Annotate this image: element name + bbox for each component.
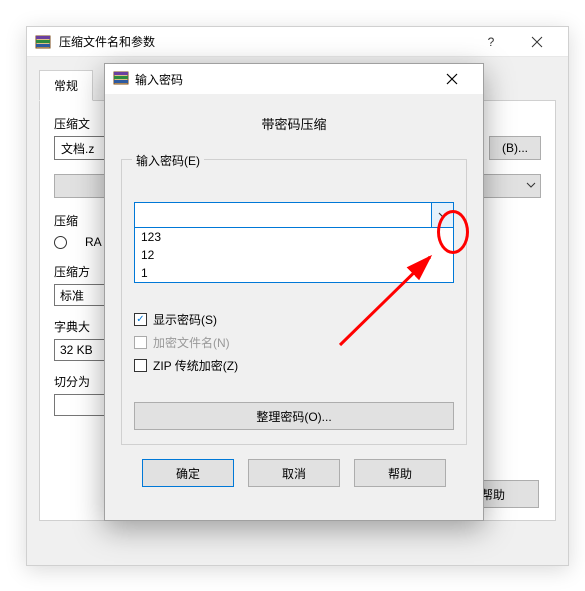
modal-help-button[interactable]: 帮助 xyxy=(354,459,446,487)
modal-titlebar: 输入密码 xyxy=(105,64,483,94)
modal-cancel-button[interactable]: 取消 xyxy=(248,459,340,487)
zip-legacy-label: ZIP 传统加密(Z) xyxy=(153,357,238,374)
chevron-down-icon xyxy=(438,210,448,220)
modal-body: 带密码压缩 输入密码(E) 123 12 1 ✓ 显示密码(S) xyxy=(105,94,483,501)
password-option[interactable]: 12 xyxy=(135,246,453,264)
rar-app-icon xyxy=(113,70,129,89)
modal-button-row: 确定 取消 帮助 xyxy=(121,459,467,487)
chevron-down-icon xyxy=(526,179,536,193)
close-icon xyxy=(531,36,543,48)
show-password-checkbox[interactable]: ✓ xyxy=(134,313,147,326)
encrypt-names-label: 加密文件名(N) xyxy=(153,334,230,351)
parent-window-title: 压缩文件名和参数 xyxy=(59,33,155,50)
organize-passwords-button[interactable]: 整理密码(O)... xyxy=(134,402,454,430)
rar-app-icon xyxy=(35,34,51,50)
modal-ok-button[interactable]: 确定 xyxy=(142,459,234,487)
password-field[interactable] xyxy=(135,203,431,227)
checkbox-group: ✓ 显示密码(S) 加密文件名(N) ZIP 传统加密(Z) xyxy=(134,311,454,374)
radio-rar[interactable] xyxy=(54,236,67,249)
archive-name-value: 文档.z xyxy=(61,140,94,157)
password-option[interactable]: 123 xyxy=(135,228,453,246)
close-button[interactable] xyxy=(514,27,560,57)
modal-header-text: 带密码压缩 xyxy=(121,114,467,133)
tab-general[interactable]: 常规 xyxy=(39,70,93,101)
zip-legacy-checkbox[interactable] xyxy=(134,359,147,372)
close-icon xyxy=(446,73,458,85)
password-group-legend: 输入密码(E) xyxy=(132,152,204,169)
help-button[interactable]: ? xyxy=(468,27,514,57)
browse-button[interactable]: (B)... xyxy=(489,136,541,160)
password-modal: 输入密码 带密码压缩 输入密码(E) 123 12 1 ✓ 显示密 xyxy=(104,63,484,521)
password-combo[interactable] xyxy=(134,202,454,228)
show-password-label: 显示密码(S) xyxy=(153,311,217,328)
parent-titlebar: 压缩文件名和参数 ? xyxy=(27,27,568,57)
encrypt-names-checkbox xyxy=(134,336,147,349)
radio-rar-label: RA xyxy=(85,235,102,249)
password-dropdown-button[interactable] xyxy=(431,203,453,227)
password-dropdown-list: 123 12 1 xyxy=(134,228,454,283)
password-group: 输入密码(E) 123 12 1 ✓ 显示密码(S) 加密文件名( xyxy=(121,159,467,445)
modal-title: 输入密码 xyxy=(135,71,183,88)
password-option[interactable]: 1 xyxy=(135,264,453,282)
modal-close-button[interactable] xyxy=(429,64,475,94)
